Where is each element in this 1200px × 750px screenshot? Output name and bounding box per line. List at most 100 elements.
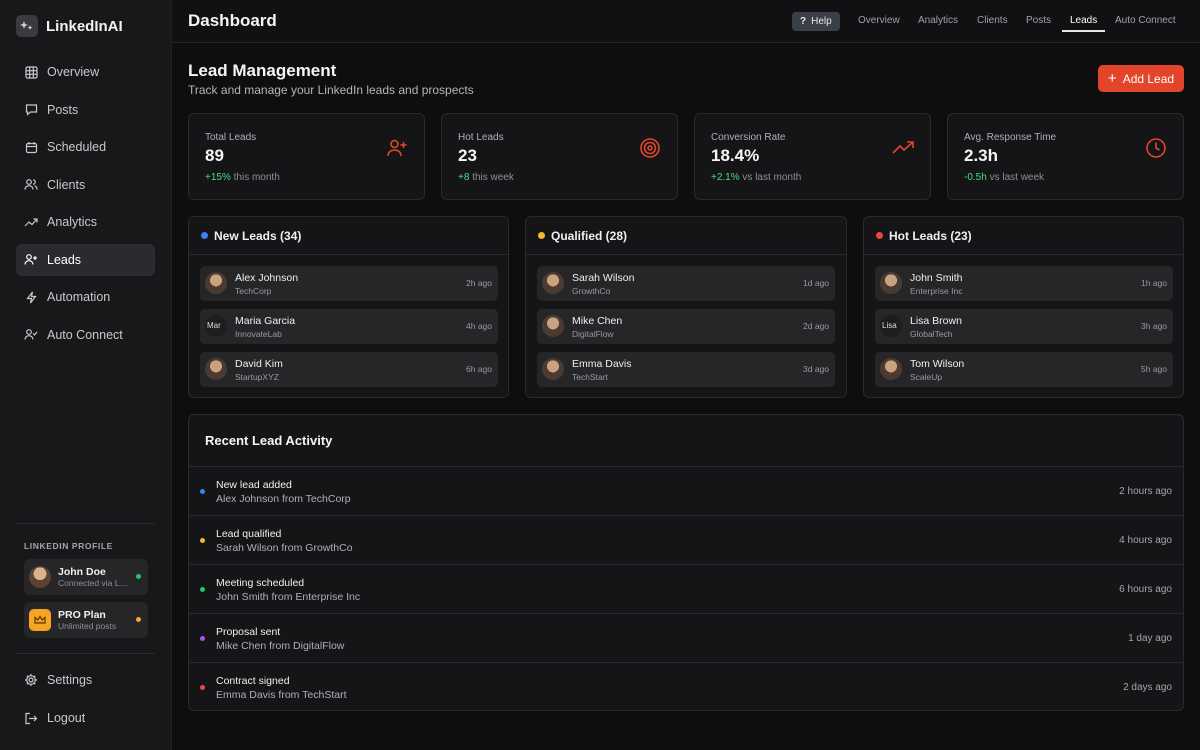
lead-card[interactable]: Tom Wilson ScaleUp 5h ago: [875, 352, 1173, 387]
calendar-icon: [24, 140, 38, 154]
lead-time: 1h ago: [1141, 278, 1167, 288]
tab-analytics[interactable]: Analytics: [918, 15, 958, 26]
activity-item-desc: Alex Johnson from TechCorp: [216, 493, 351, 505]
sidebar-item-label: Auto Connect: [47, 327, 123, 342]
crown-icon: [29, 609, 51, 631]
avatar: [542, 315, 564, 337]
avatar: Mar: [205, 315, 227, 337]
avatar: [880, 272, 902, 294]
stat-value: 18.4%: [711, 146, 760, 165]
lead-card[interactable]: Emma Davis TechStart 3d ago: [537, 352, 835, 387]
avatar: Lisa: [880, 315, 902, 337]
gear-icon: [24, 673, 38, 687]
activity-item[interactable]: Proposal sent Mike Chen from DigitalFlow…: [189, 613, 1183, 662]
tab-posts[interactable]: Posts: [1026, 15, 1051, 26]
add-lead-label: Add Lead: [1122, 71, 1175, 86]
lead-time: 2d ago: [803, 321, 829, 331]
activity-item[interactable]: Contract signed Emma Davis from TechStar…: [189, 662, 1183, 710]
lead-card[interactable]: Mar Maria Garcia InnovateLab 4h ago: [200, 309, 498, 344]
lead-company: TechCorp: [235, 286, 272, 296]
settings-label: Settings: [47, 673, 93, 687]
sidebar-item-auto-connect[interactable]: Auto Connect: [16, 319, 155, 351]
clock-icon: [1146, 138, 1166, 158]
stat-card-hot-leads: Hot Leads 23 +8 this week: [441, 113, 678, 200]
activity-title: Recent Lead Activity: [205, 433, 333, 448]
lead-card[interactable]: Sarah Wilson GrowthCo 1d ago: [537, 266, 835, 301]
profile-card[interactable]: John Doe Connected via LinkedIn: [24, 559, 148, 595]
sidebar-item-overview[interactable]: Overview: [16, 56, 155, 88]
brand-name: LinkedInAI: [46, 17, 123, 35]
sidebar-item-scheduled[interactable]: Scheduled: [16, 131, 155, 163]
activity-item-desc: John Smith from Enterprise Inc: [216, 591, 361, 603]
status-dot: [200, 538, 205, 543]
divider: [16, 523, 155, 524]
tab-overview[interactable]: Overview: [858, 15, 900, 26]
stat-card-avg-response-time: Avg. Response Time 2.3h -0.5h vs last we…: [947, 113, 1184, 200]
plan-card[interactable]: PRO Plan Unlimited posts: [24, 602, 148, 638]
stat-change: +8 this week: [458, 172, 514, 183]
avatar: [542, 358, 564, 380]
help-button[interactable]: ? Help: [792, 12, 840, 31]
sidebar-item-analytics[interactable]: Analytics: [16, 206, 155, 238]
sidebar-item-clients[interactable]: Clients: [16, 169, 155, 201]
lead-name: Emma Davis: [572, 358, 632, 370]
activity-item-title: Meeting scheduled: [216, 577, 305, 589]
tab-clients[interactable]: Clients: [977, 15, 1008, 26]
target-icon: [640, 138, 660, 158]
logout-button[interactable]: Logout: [16, 702, 155, 734]
lead-card[interactable]: Alex Johnson TechCorp 2h ago: [200, 266, 498, 301]
section-subtitle: Track and manage your LinkedIn leads and…: [188, 83, 474, 97]
lead-name: John Smith: [910, 272, 963, 284]
sidebar-item-leads[interactable]: Leads: [16, 243, 155, 276]
activity-item-title: Lead qualified: [216, 528, 282, 540]
lead-company: GlobalTech: [910, 329, 953, 339]
sidebar-item-label: Automation: [47, 290, 111, 304]
tab-leads[interactable]: Leads: [1070, 15, 1097, 26]
column-title: Qualified (28): [551, 228, 628, 243]
sidebar-item-posts[interactable]: Posts: [16, 94, 155, 126]
help-label: Help: [811, 16, 832, 27]
status-dot: [200, 489, 205, 494]
activity-item[interactable]: Lead qualified Sarah Wilson from GrowthC…: [189, 515, 1183, 564]
user-check-icon: [24, 328, 38, 342]
sidebar-item-label: Overview: [47, 65, 100, 79]
lead-name: Maria Garcia: [235, 315, 296, 327]
sidebar-item-label: Analytics: [47, 215, 98, 229]
status-dot: [200, 685, 205, 690]
avatar: [29, 566, 51, 588]
lead-card[interactable]: Mike Chen DigitalFlow 2d ago: [537, 309, 835, 344]
lead-name: Alex Johnson: [235, 272, 299, 284]
stat-change: +2.1% vs last month: [711, 172, 802, 183]
activity-item[interactable]: Meeting scheduled John Smith from Enterp…: [189, 564, 1183, 613]
stat-label: Total Leads: [205, 132, 257, 143]
avatar: [205, 358, 227, 380]
lead-company: StartupXYZ: [235, 372, 279, 382]
activity-item-title: New lead added: [216, 479, 292, 491]
brand[interactable]: LinkedInAI: [16, 15, 123, 37]
sidebar-item-automation[interactable]: Automation: [16, 281, 155, 313]
activity-item-title: Proposal sent: [216, 626, 281, 638]
lead-card[interactable]: David Kim StartupXYZ 6h ago: [200, 352, 498, 387]
activity-item-desc: Sarah Wilson from GrowthCo: [216, 542, 353, 554]
lead-card[interactable]: John Smith Enterprise Inc 1h ago: [875, 266, 1173, 301]
lead-time: 3d ago: [803, 364, 829, 374]
column-header: New Leads (34): [189, 217, 508, 255]
activity-item[interactable]: New lead added Alex Johnson from TechCor…: [189, 466, 1183, 515]
lead-column-qualified: Qualified (28) Sarah Wilson GrowthCo 1d …: [525, 216, 847, 398]
add-lead-button[interactable]: + Add Lead: [1098, 65, 1184, 92]
settings-button[interactable]: Settings: [16, 664, 155, 696]
stat-card-conversion-rate: Conversion Rate 18.4% +2.1% vs last mont…: [694, 113, 931, 200]
activity-item-time: 6 hours ago: [1119, 584, 1172, 595]
trending-up-icon: [892, 141, 914, 154]
profile-name: John Doe: [58, 566, 106, 578]
tab-auto-connect[interactable]: Auto Connect: [1115, 15, 1176, 26]
top-bar: Dashboard ? Help Overview Analytics Clie…: [172, 0, 1200, 43]
plan-name: PRO Plan: [58, 609, 106, 621]
stat-value: 89: [205, 146, 224, 165]
column-title: Hot Leads (23): [889, 228, 972, 243]
profile-status: Connected via LinkedIn: [58, 578, 128, 588]
stat-change: -0.5h vs last week: [964, 172, 1045, 183]
sidebar-item-label: Scheduled: [47, 140, 107, 154]
activity-item-time: 2 hours ago: [1119, 486, 1172, 497]
lead-card[interactable]: Lisa Lisa Brown GlobalTech 3h ago: [875, 309, 1173, 344]
